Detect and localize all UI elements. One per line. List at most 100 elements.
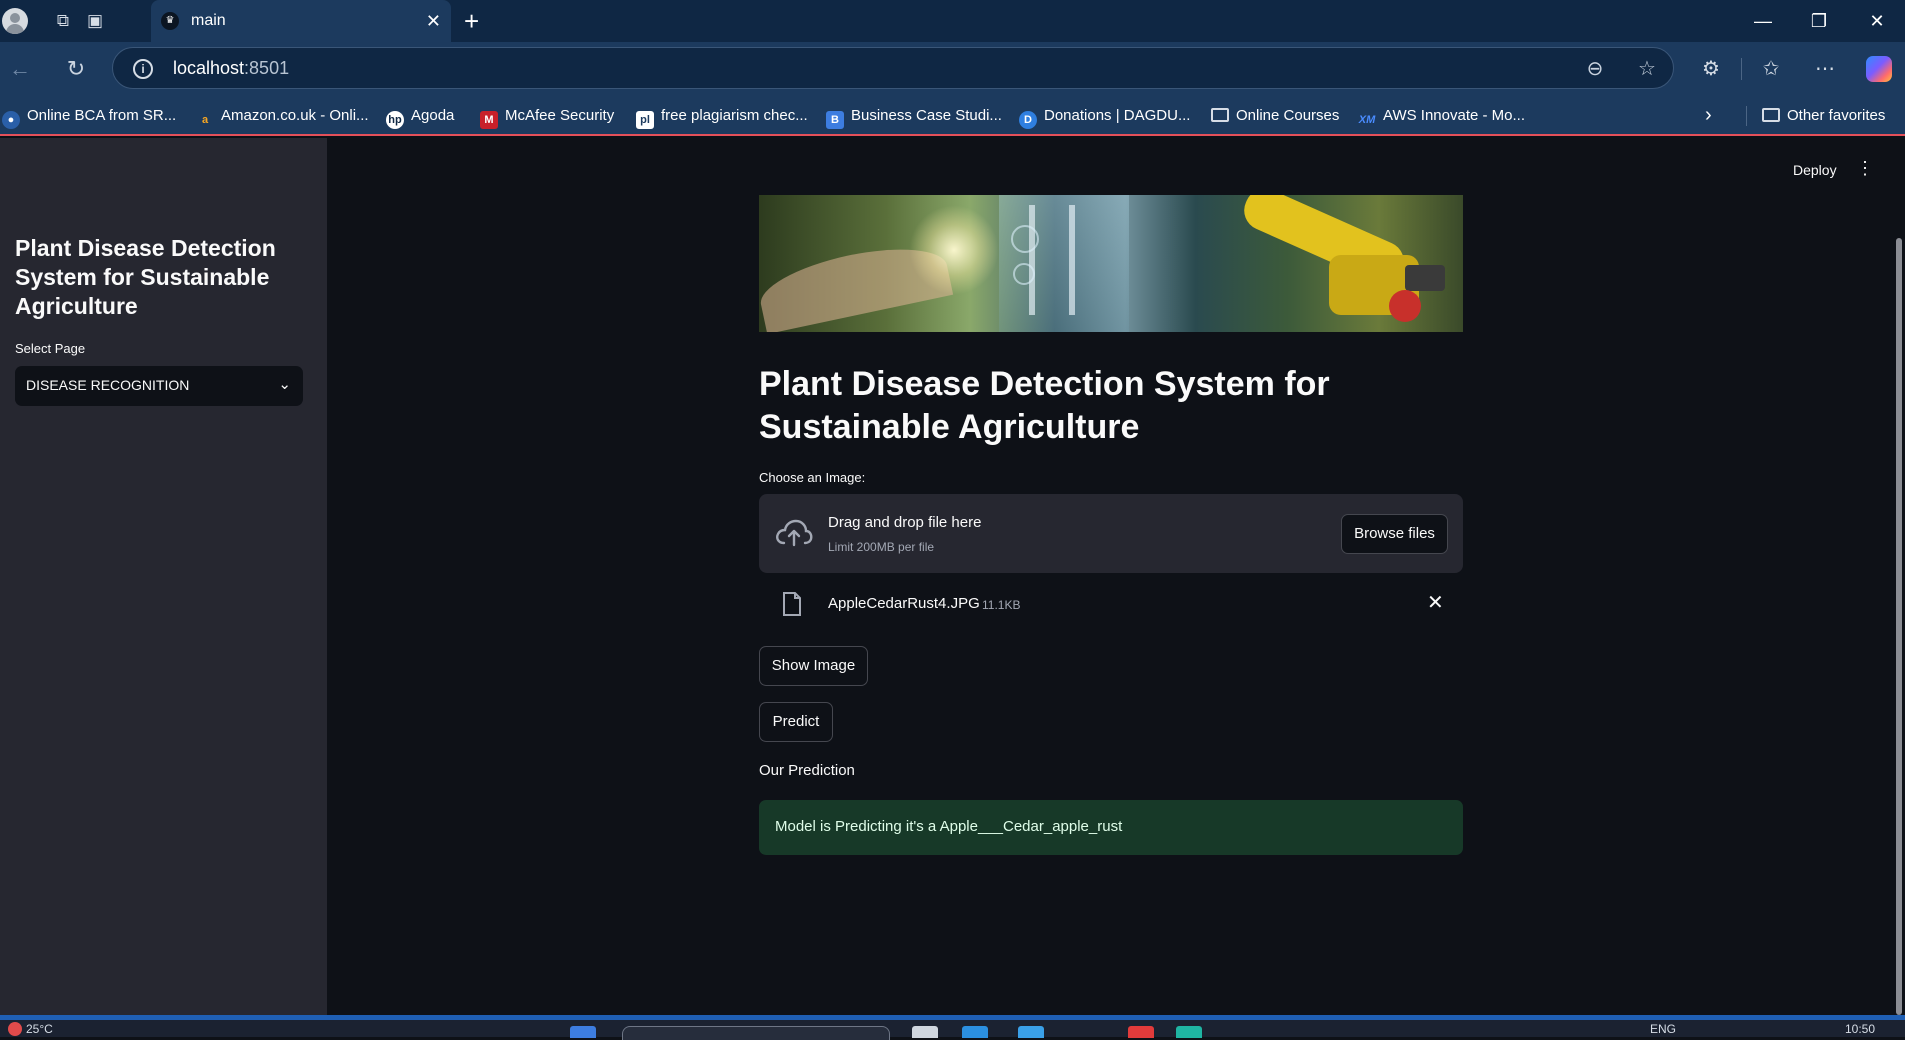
page-title: Plant Disease Detection System for Susta… xyxy=(759,365,1330,446)
app-taskbar-icon[interactable] xyxy=(1018,1026,1044,1038)
file-icon xyxy=(783,592,801,616)
main-menu-icon[interactable]: ⋮ xyxy=(1856,158,1874,178)
sidebar: Plant Disease Detection System for Susta… xyxy=(0,138,327,1015)
cloud-upload-icon xyxy=(776,519,813,547)
header-banner-image xyxy=(759,195,1463,332)
weather-widget[interactable]: 25°C xyxy=(8,1022,53,1036)
address-bar[interactable]: i localhost:8501 ⊖ ☆ xyxy=(112,47,1674,89)
aws-icon: XM xyxy=(1358,114,1376,126)
dropzone-limit: Limit 200MB per file xyxy=(828,540,935,554)
banner-ring xyxy=(1013,263,1035,285)
banner-stripe xyxy=(1069,205,1075,315)
plagiarism-icon: pl xyxy=(636,111,654,129)
scrollbar[interactable] xyxy=(1896,238,1902,1015)
bookmark-online-bca[interactable]: ● Online BCA from SR... xyxy=(2,106,177,129)
bookmarks-bar: ● Online BCA from SR... a Amazon.co.uk - O… xyxy=(0,96,1905,136)
weather-alert-icon xyxy=(8,1022,22,1036)
site-info-icon[interactable]: i xyxy=(133,59,153,79)
donation-icon: D xyxy=(1019,111,1037,129)
new-tab-icon[interactable]: + xyxy=(464,8,479,34)
chevron-down-icon: ⌄ xyxy=(278,376,291,393)
bookmarks-separator xyxy=(1746,106,1747,126)
app-taskbar-icon[interactable] xyxy=(1128,1026,1154,1038)
uploader-label: Choose an Image: xyxy=(759,470,866,485)
bookmark-business-case[interactable]: B Business Case Studi... xyxy=(826,106,1002,129)
sidebar-title: Plant Disease Detection System for Susta… xyxy=(15,235,276,319)
page-select[interactable]: DISEASE RECOGNITION ⌄ xyxy=(15,366,303,406)
folder-icon xyxy=(1211,108,1229,122)
workspaces-icon[interactable]: ⧉ xyxy=(52,10,74,32)
mcafee-icon: M xyxy=(480,111,498,129)
show-image-button[interactable]: Show Image xyxy=(759,646,868,686)
bookmark-mcafee[interactable]: M McAfee Security xyxy=(480,106,615,129)
streamlit-favicon-icon: ♛ xyxy=(161,12,179,30)
file-dropzone[interactable]: Drag and drop file here Limit 200MB per … xyxy=(759,494,1463,573)
favorites-icon[interactable]: ✩ xyxy=(1758,56,1784,82)
edge-taskbar-icon[interactable] xyxy=(962,1026,988,1038)
prediction-heading: Our Prediction xyxy=(759,762,855,779)
bookmark-label: free plagiarism chec... xyxy=(661,107,808,124)
browser-toolbar: ← ↻ i localhost:8501 ⊖ ☆ ⚙ ✩ ⋯ xyxy=(0,42,1905,96)
tab-close-icon[interactable]: ✕ xyxy=(426,10,441,32)
bookmark-label: McAfee Security xyxy=(505,107,615,124)
bookmark-other-favorites[interactable]: Other favorites xyxy=(1762,106,1885,126)
tab-main[interactable]: ♛ main ✕ xyxy=(151,0,451,42)
banner-holo-panel xyxy=(999,195,1129,332)
uploaded-file-row: AppleCedarRust4.JPG 11.1KB ✕ xyxy=(759,583,1463,623)
more-options-icon[interactable]: ⋯ xyxy=(1812,56,1838,82)
bookmark-label: Online Courses xyxy=(1236,107,1340,124)
page-select-value: DISEASE RECOGNITION xyxy=(26,377,190,393)
bookmark-aws-innovate[interactable]: XM AWS Innovate - Mo... xyxy=(1358,106,1525,126)
bookmark-amazon[interactable]: a Amazon.co.uk - Onli... xyxy=(196,106,369,126)
windows-taskbar: 25°C ENG 10:50 xyxy=(0,1015,1905,1040)
url-host: localhost xyxy=(173,58,245,78)
profile-avatar[interactable] xyxy=(2,8,28,34)
deploy-button[interactable]: Deploy xyxy=(1793,162,1837,178)
dropzone-instruction: Drag and drop file here xyxy=(828,514,982,531)
bookmark-online-courses[interactable]: Online Courses xyxy=(1211,106,1339,126)
bookmarks-overflow-icon[interactable]: › xyxy=(1705,104,1712,127)
weather-text: 25°C xyxy=(26,1022,53,1036)
taskbar-search[interactable] xyxy=(622,1026,890,1040)
bookmark-plagiarism[interactable]: pl free plagiarism chec... xyxy=(636,106,808,129)
business-icon: B xyxy=(826,111,844,129)
clock[interactable]: 10:50 xyxy=(1845,1022,1875,1036)
file-name: AppleCedarRust4.JPG xyxy=(828,595,980,612)
prediction-success-alert: Model is Predicting it's a Apple___Cedar… xyxy=(759,800,1463,855)
refresh-icon[interactable]: ↻ xyxy=(63,56,89,82)
browse-files-button[interactable]: Browse files xyxy=(1341,514,1448,554)
taskview-icon[interactable] xyxy=(912,1026,938,1038)
toolbar-separator xyxy=(1741,58,1742,80)
language-indicator[interactable]: ENG xyxy=(1650,1022,1676,1036)
bca-icon: ● xyxy=(2,111,20,129)
select-page-label: Select Page xyxy=(15,341,86,356)
browser-titlebar: ⧉ ▣ ♛ main ✕ + — ❐ ✕ xyxy=(0,0,1905,42)
copilot-icon[interactable] xyxy=(1866,56,1892,82)
robot-gripper xyxy=(1405,265,1445,291)
bookmark-donations[interactable]: D Donations | DAGDU... xyxy=(1019,106,1191,129)
vertical-tabs-icon[interactable]: ▣ xyxy=(84,10,106,32)
back-icon[interactable]: ← xyxy=(7,56,33,82)
remove-file-icon[interactable]: ✕ xyxy=(1427,592,1444,614)
favorite-star-icon[interactable]: ☆ xyxy=(1635,57,1659,81)
prediction-text: Model is Predicting it's a Apple___Cedar… xyxy=(775,818,1123,835)
restore-icon[interactable]: ❐ xyxy=(1804,8,1834,34)
banner-robot-arm xyxy=(1179,195,1463,332)
bookmark-label: Amazon.co.uk - Onli... xyxy=(221,107,369,124)
tab-title: main xyxy=(191,12,226,29)
bookmark-label: Agoda xyxy=(411,107,455,124)
folder-icon xyxy=(1762,108,1780,122)
url-text[interactable]: localhost:8501 xyxy=(173,58,289,79)
minimize-icon[interactable]: — xyxy=(1748,8,1778,34)
app-taskbar-icon[interactable] xyxy=(1176,1026,1202,1038)
predict-button[interactable]: Predict xyxy=(759,702,833,742)
close-window-icon[interactable]: ✕ xyxy=(1862,8,1892,34)
robot-red-part xyxy=(1389,290,1421,322)
zoom-out-icon[interactable]: ⊖ xyxy=(1583,57,1607,81)
bookmark-agoda[interactable]: hp Agoda xyxy=(386,106,455,129)
bookmark-label: Online BCA from SR... xyxy=(27,107,177,124)
start-icon[interactable] xyxy=(570,1026,596,1038)
banner-ring xyxy=(1011,225,1039,253)
bookmark-label: Donations | DAGDU... xyxy=(1044,107,1191,124)
extensions-icon[interactable]: ⚙ xyxy=(1698,56,1724,82)
